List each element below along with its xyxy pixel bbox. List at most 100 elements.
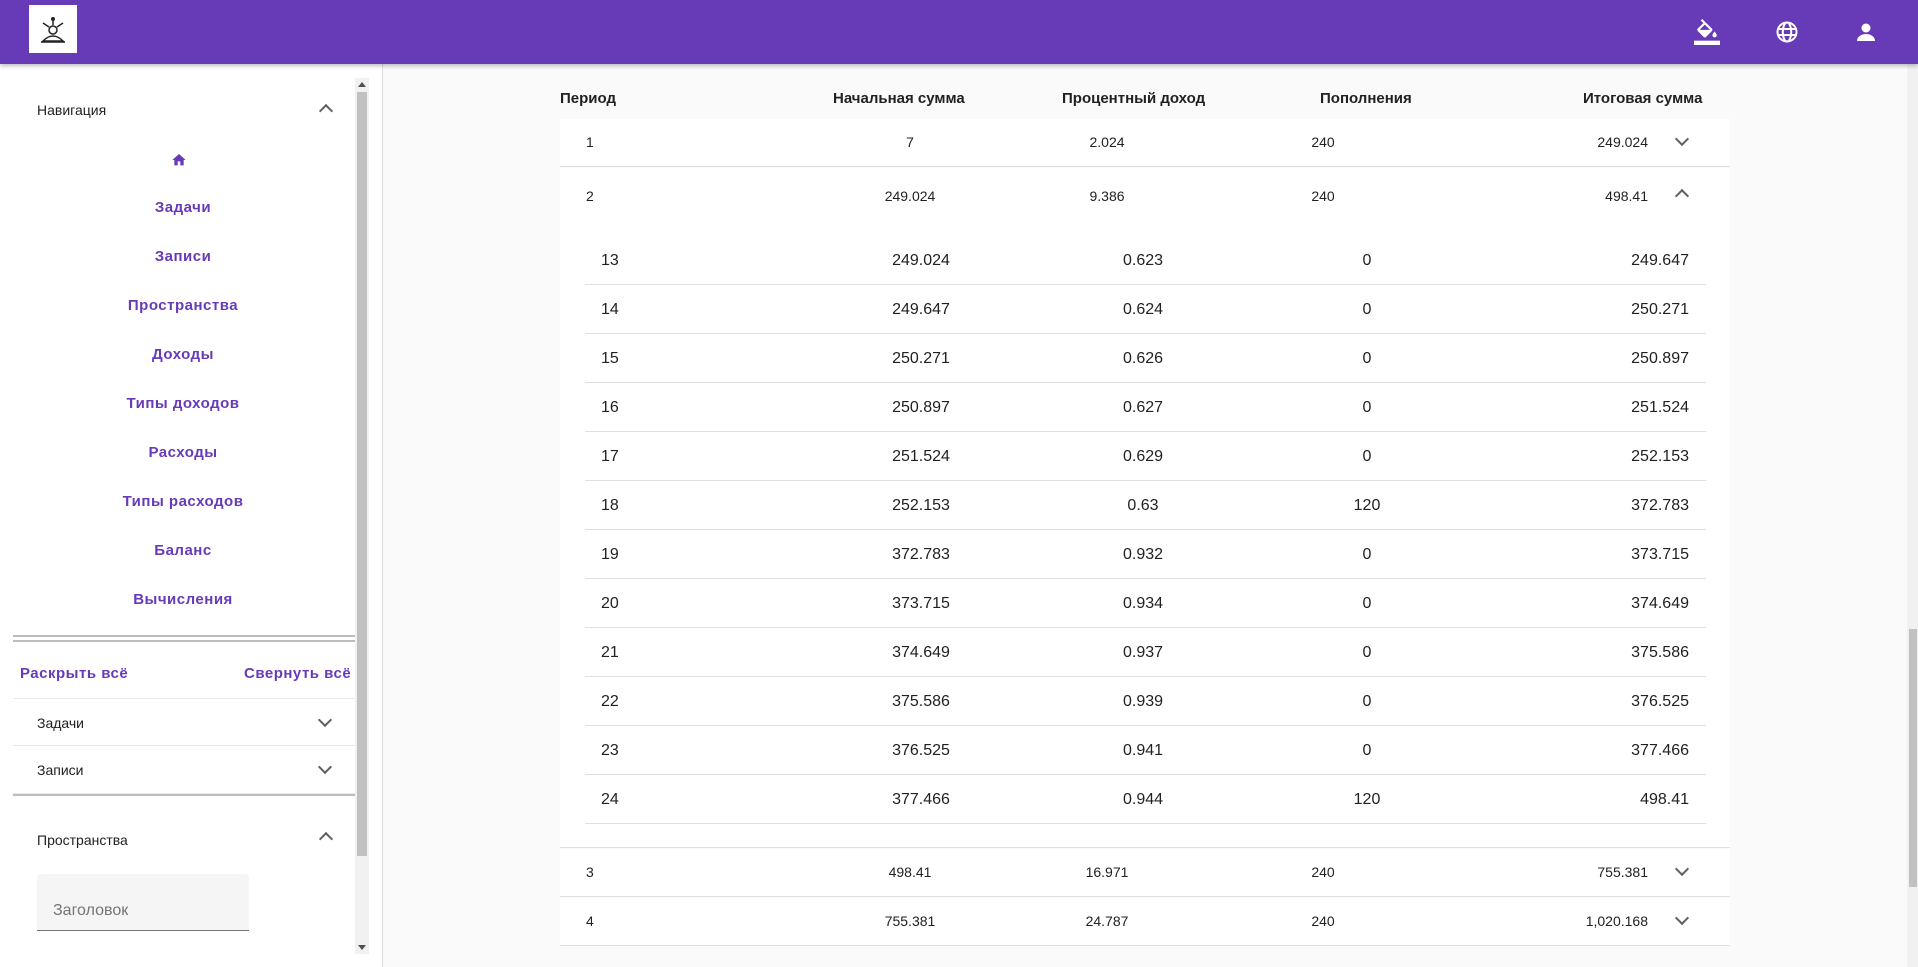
subcell-start-amount: 374.649 [892,644,950,661]
subcell-period: 22 [601,693,619,710]
subcell-deposits: 0 [1362,644,1372,661]
paint-bucket-icon [1694,19,1720,45]
subcell-interest: 0.63 [1127,497,1159,514]
table-row[interactable]: 2 249.024 9.386 240 498.41 13 249.024 0.623 0 249… [560,168,1730,848]
table-subrow: 17 251.524 0.629 0 252.153 [585,432,1706,481]
subcell-total: 249.647 [1631,252,1689,269]
panel-records-header[interactable]: Записи [13,746,355,794]
table-row[interactable]: 1 7 2.024 240 249.024 [560,119,1730,167]
navigation-panel-header[interactable]: Навигация [0,80,355,136]
panel-records-title: Записи [37,762,84,778]
expand-all-button[interactable]: Раскрыть всё [20,665,128,682]
table-subrow: 23 376.525 0.941 0 377.466 [585,726,1706,775]
main-content: Период Начальная сумма Процентный доход … [383,64,1907,967]
app-logo[interactable] [29,5,77,53]
panel-tasks-header[interactable]: Задачи [13,698,355,746]
cell-start-amount: 755.381 [884,913,936,929]
header-period: Период [560,90,616,107]
panel-spaces-title: Пространства [37,832,128,848]
table-subrow: 14 249.647 0.624 0 250.271 [585,285,1706,334]
subcell-period: 20 [601,595,619,612]
collapse-all-button[interactable]: Свернуть всё [244,665,351,682]
table-subrow: 16 250.897 0.627 0 251.524 [585,383,1706,432]
sidebar-item-home[interactable] [13,140,353,180]
sidebar-divider [13,635,355,637]
cell-start-amount: 7 [906,134,914,150]
table-row[interactable]: 3 498.41 16.971 240 755.381 [560,849,1730,897]
subcell-deposits: 0 [1362,350,1372,367]
subcell-interest: 0.944 [1122,791,1164,808]
scroll-up-arrow-icon[interactable] [358,82,366,87]
subcell-start-amount: 376.525 [892,742,950,759]
main-scroll-thumb[interactable] [1909,629,1917,887]
subcell-deposits: 0 [1362,252,1372,269]
subcell-period: 17 [601,448,619,465]
subcell-total: 252.153 [1631,448,1689,465]
cell-interest: 9.386 [1089,188,1125,204]
cell-period: 3 [586,864,594,880]
cell-deposits: 240 [1311,864,1335,880]
scroll-down-arrow-icon[interactable] [358,945,366,950]
sidebar-nav-item[interactable]: Вычисления [13,580,353,620]
cell-deposits: 240 [1311,913,1335,929]
cell-deposits: 240 [1311,134,1335,150]
panel-tasks-title: Задачи [37,715,85,731]
chevron-down-icon[interactable] [1674,910,1690,926]
cell-period: 2 [586,188,594,204]
account-icon [1857,23,1875,41]
subcell-total: 373.715 [1631,546,1689,563]
chevron-down-icon [317,759,333,775]
title-field[interactable] [37,874,249,931]
subcell-interest: 0.623 [1122,252,1164,269]
cell-total: 249.024 [1597,134,1648,150]
subcell-deposits: 0 [1362,742,1372,759]
sidebar-nav-item[interactable]: Типы расходов [13,482,353,522]
subcell-period: 21 [601,644,619,661]
title-input[interactable] [37,874,249,930]
cell-interest: 24.787 [1085,913,1129,929]
panel-spaces-header[interactable]: Пространства [13,810,355,858]
chevron-down-icon [317,712,333,728]
subcell-interest: 0.934 [1122,595,1164,612]
sidebar-nav-item[interactable]: Доходы [13,335,353,375]
sidebar-nav-item[interactable]: Пространства [13,286,353,326]
subcell-period: 15 [601,350,619,367]
home-icon [172,154,186,166]
main-scrollbar[interactable] [1907,64,1918,967]
sidebar-nav-item[interactable]: Баланс [13,531,353,571]
sidebar-nav-item[interactable]: Задачи [13,188,353,228]
chevron-down-icon[interactable] [1674,131,1690,147]
sidebar-scroll-thumb[interactable] [357,92,367,856]
subcell-period: 24 [601,791,619,808]
subcell-deposits: 0 [1362,448,1372,465]
subcell-total: 377.466 [1631,742,1689,759]
sidebar-divider [13,640,355,642]
account-button[interactable] [1850,16,1882,48]
subcell-interest: 0.932 [1122,546,1164,563]
subcell-total: 251.524 [1631,399,1689,416]
subcell-interest: 0.626 [1122,350,1164,367]
table-row[interactable]: 4 755.381 24.787 240 1,020.168 [560,898,1730,946]
chevron-up-icon[interactable] [1674,188,1690,204]
paint-bucket-button[interactable] [1691,16,1723,48]
subcell-deposits: 0 [1362,399,1372,416]
subcell-period: 13 [601,252,619,269]
language-button[interactable] [1771,16,1803,48]
globe-icon [1776,21,1798,43]
cell-interest: 2.024 [1089,134,1125,150]
sidebar-nav-item[interactable]: Типы доходов [13,384,353,424]
sidebar-scrollbar[interactable] [355,78,369,954]
subcell-start-amount: 249.024 [892,252,950,269]
subcell-period: 14 [601,301,619,318]
subcell-start-amount: 373.715 [892,595,950,612]
chevron-down-icon[interactable] [1674,861,1690,877]
app-logo-icon [41,17,65,43]
table-subrow: 21 374.649 0.937 0 375.586 [585,628,1706,677]
cell-period: 4 [586,913,594,929]
subcell-period: 23 [601,742,619,759]
subcell-start-amount: 250.897 [892,399,950,416]
sidebar-nav-item[interactable]: Расходы [13,433,353,473]
header-deposits: Пополнения [1320,90,1412,107]
sidebar-nav-item[interactable]: Записи [13,237,353,277]
subcell-interest: 0.941 [1122,742,1164,759]
